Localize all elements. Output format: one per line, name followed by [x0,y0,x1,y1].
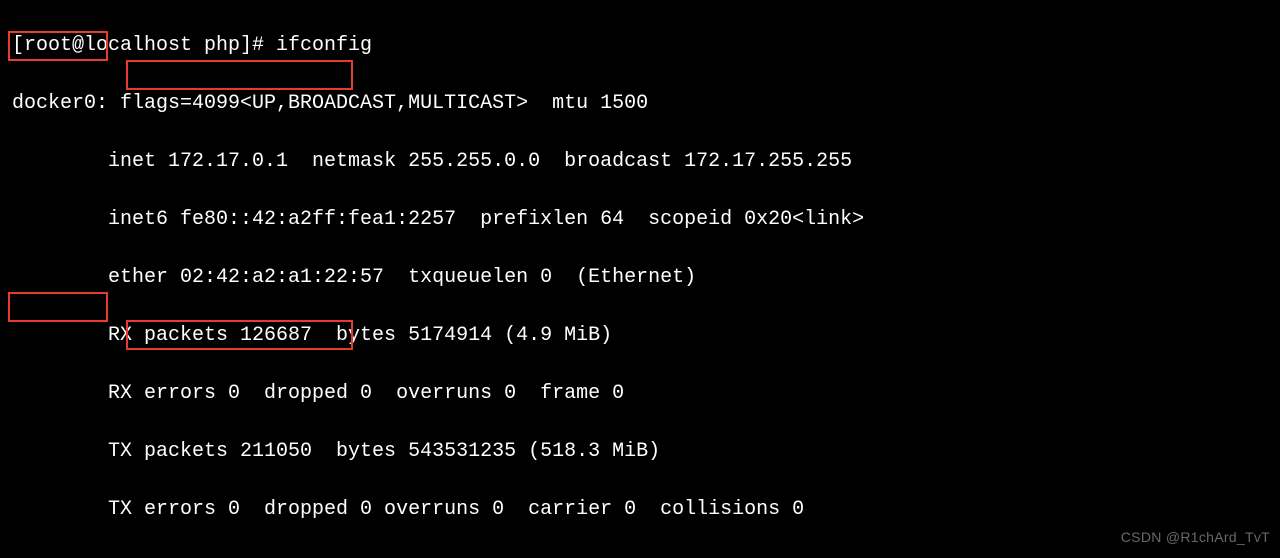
iface-inet: inet 172.17.0.1 [108,150,288,173]
shell-prompt-line: [root@localhost php]# ifconfig [12,31,1280,60]
watermark: CSDN @R1chArd_TvT [1121,523,1270,552]
blank-line [12,553,1280,558]
iface-header-line: docker0: flags=4099<UP,BROADCAST,MULTICA… [12,89,1280,118]
iface-flags: flags=4099<UP,BROADCAST,MULTICAST> mtu 1… [108,92,648,115]
iface-inet-rest: netmask 255.255.0.0 broadcast 172.17.255… [288,150,852,173]
iface-inet-line: inet 172.17.0.1 netmask 255.255.0.0 broa… [12,147,1280,176]
iface-ether-line: ether 02:42:a2:a1:22:57 txqueuelen 0 (Et… [12,263,1280,292]
iface-name: docker0: [12,92,108,115]
iface-tx-packets-line: TX packets 211050 bytes 543531235 (518.3… [12,437,1280,466]
iface-inet6-line: inet6 fe80::42:a2ff:fea1:2257 prefixlen … [12,205,1280,234]
iface-tx-errors-line: TX errors 0 dropped 0 overruns 0 carrier… [12,495,1280,524]
iface-rx-packets-line: RX packets 126687 bytes 5174914 (4.9 MiB… [12,321,1280,350]
terminal-output: [root@localhost php]# ifconfig docker0: … [0,0,1280,558]
iface-rx-errors-line: RX errors 0 dropped 0 overruns 0 frame 0 [12,379,1280,408]
